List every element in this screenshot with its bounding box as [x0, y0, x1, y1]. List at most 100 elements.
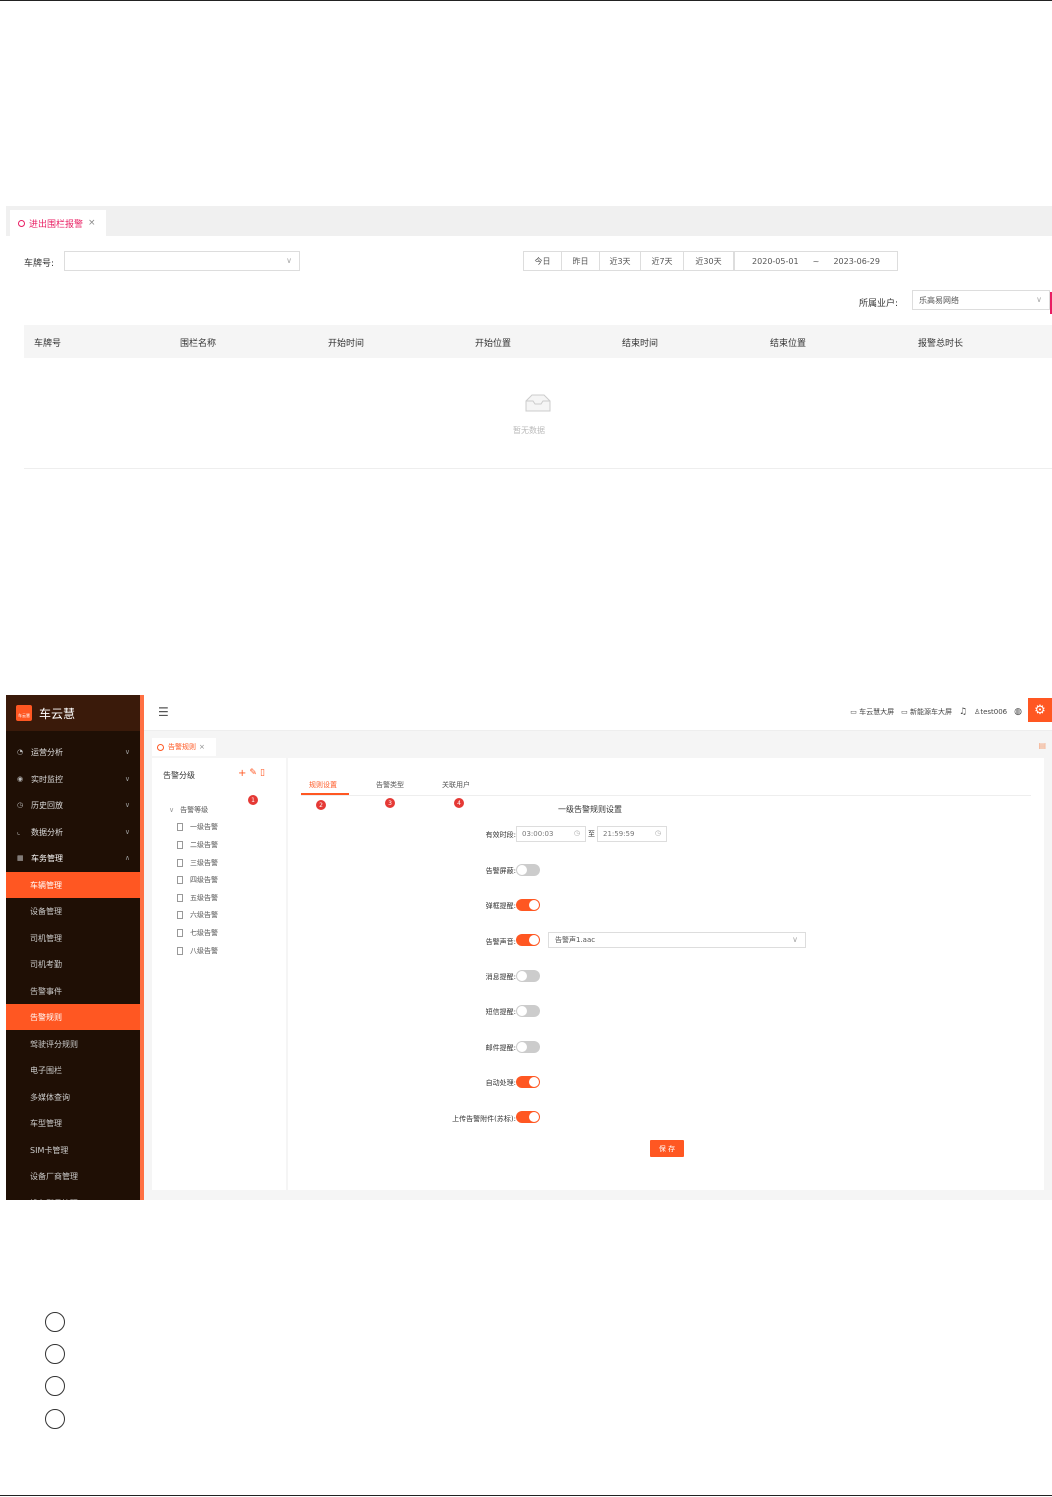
- table-bottom-line: [24, 468, 1052, 469]
- time-start-input[interactable]: 03:00:03 ◷: [516, 826, 586, 842]
- tree-item[interactable]: 二级告警: [177, 840, 218, 850]
- bell-icon[interactable]: ♫: [959, 707, 967, 717]
- rule-settings-panel: 规则设置 告警类型 关联用户 2 3 4 一级告警规则设置 有效时段: 03:0…: [288, 758, 1044, 1190]
- gear-icon[interactable]: ⚙: [1028, 698, 1052, 722]
- chevron-down-icon: ∨: [124, 775, 130, 783]
- tree-item[interactable]: 八级告警: [177, 946, 218, 956]
- tree-item[interactable]: 四级告警: [177, 875, 218, 885]
- tab-alarm-types[interactable]: 告警类型: [376, 780, 404, 790]
- tree-root[interactable]: ∨ 告警等级: [169, 805, 208, 815]
- monitor-icon: ▭: [850, 708, 857, 716]
- empty-text: 暂无数据: [513, 426, 545, 435]
- close-icon[interactable]: ×: [199, 743, 205, 751]
- email-toggle[interactable]: [516, 1041, 540, 1053]
- add-icon[interactable]: +: [238, 768, 246, 779]
- delete-icon[interactable]: ▯: [260, 768, 265, 779]
- callout-badge-3: 3: [385, 798, 395, 808]
- tree-item[interactable]: 三级告警: [177, 858, 218, 868]
- tab-underline: [301, 795, 1031, 796]
- refresh-icon: [157, 743, 164, 751]
- range-today-button[interactable]: 今日: [524, 252, 562, 270]
- plate-select[interactable]: ∨: [64, 251, 300, 271]
- owner-select[interactable]: 乐高易网络 ∨: [912, 290, 1050, 310]
- sound-file-select[interactable]: 告警声1.aac ∨: [548, 932, 806, 948]
- range-7days-button[interactable]: 近7天: [641, 252, 684, 270]
- tree-item[interactable]: 七级告警: [177, 928, 218, 938]
- top-bar: ☰ ▭ 车云慧大屏 ▭ 新能源车大屏 ♫ ♙test006 ◍ ⚙: [144, 695, 1052, 731]
- range-yesterday-button[interactable]: 昨日: [562, 252, 600, 270]
- tab-rule-settings[interactable]: 规则设置: [309, 780, 337, 790]
- file-icon: [177, 894, 183, 902]
- col-start-pos: 开始位置: [475, 339, 512, 349]
- chevron-down-icon: ∨: [124, 828, 130, 836]
- alarm-rules-screenshot: 车云慧 车云慧 ◔ 运营分析 ∨ ◉ 实时监控 ∨ ◷ 历史回放 ∨ ⌞ 数据分析 ∨ ▦ 车务管…: [6, 695, 1052, 1200]
- nav-vendor-mgmt[interactable]: 设备厂商管理: [6, 1163, 140, 1189]
- sms-toggle[interactable]: [516, 1005, 540, 1017]
- tab-linked-users[interactable]: 关联用户: [442, 780, 470, 790]
- screen-link-2[interactable]: ▭ 新能源车大屏: [901, 707, 952, 717]
- date-end: 2023-06-29: [833, 256, 880, 266]
- nav-driver-attendance[interactable]: 司机考勤: [6, 951, 140, 977]
- upload-attachment-toggle[interactable]: [516, 1111, 540, 1123]
- sound-toggle[interactable]: [516, 934, 540, 946]
- col-fence-name: 围栏名称: [180, 339, 217, 349]
- nav-media-query[interactable]: 多媒体查询: [6, 1084, 140, 1110]
- active-tab-indicator: [301, 793, 349, 795]
- nav-vehicle-affairs[interactable]: ▦ 车务管理 ∧: [6, 845, 140, 871]
- nav-device-mgmt[interactable]: 设备管理: [6, 898, 140, 924]
- nav-alarm-events[interactable]: 告警事件: [6, 978, 140, 1004]
- plate-label: 车牌号:: [24, 259, 55, 269]
- col-end-time: 结束时间: [622, 339, 659, 349]
- nav-geofence[interactable]: 电子围栏: [6, 1057, 140, 1083]
- alarm-mask-toggle[interactable]: [516, 864, 540, 876]
- top-rule: [0, 0, 1052, 1]
- close-icon[interactable]: ×: [88, 218, 96, 228]
- nav-vehicle-type[interactable]: 车型管理: [6, 1110, 140, 1136]
- toggle-label-upload: 上传告警附件(苏标):: [452, 1115, 516, 1123]
- lock-icon[interactable]: ▤: [1038, 741, 1046, 750]
- chevron-down-icon: ∨: [124, 748, 130, 756]
- col-end-pos: 结束位置: [770, 339, 807, 349]
- auto-process-toggle[interactable]: [516, 1076, 540, 1088]
- tab-fence-alarm[interactable]: 进出围栏报警 ×: [10, 210, 106, 236]
- nav-alarm-rules[interactable]: 告警规则: [6, 1004, 140, 1030]
- nav-model-mgmt[interactable]: 设备型号管理: [6, 1190, 140, 1201]
- alarm-level-panel: 告警分级 + ✎ ▯ 1 ∨ 告警等级 一级告警 二级告警 三级告警 四级告警 五…: [152, 758, 286, 1190]
- date-range-picker[interactable]: 2020-05-01 ~ 2023-06-29: [734, 251, 898, 271]
- range-3days-button[interactable]: 近3天: [600, 252, 641, 270]
- nav-driver-mgmt[interactable]: 司机管理: [6, 925, 140, 951]
- user-menu[interactable]: ♙test006: [974, 708, 1007, 716]
- tree-item[interactable]: 五级告警: [177, 893, 218, 903]
- nav-data-analysis[interactable]: ⌞ 数据分析 ∨: [6, 819, 140, 845]
- menu-toggle-icon[interactable]: ☰: [158, 705, 169, 719]
- message-toggle[interactable]: [516, 970, 540, 982]
- globe-icon[interactable]: ◍: [1014, 707, 1022, 717]
- callout-badge-1: 1: [248, 795, 258, 805]
- tab-alarm-rules[interactable]: 告警规则 ×: [152, 738, 216, 756]
- app-logo: 车云慧: [16, 705, 32, 721]
- nav-ops-analysis[interactable]: ◔ 运营分析 ∨: [6, 739, 140, 765]
- edit-icon[interactable]: ✎: [249, 768, 257, 779]
- list-circle-1: [45, 1312, 65, 1332]
- table-header: 车牌号 围栏名称 开始时间 开始位置 结束时间 结束位置 报警总时长: [24, 325, 1052, 358]
- chevron-down-icon: ∨: [792, 935, 798, 944]
- top-actions: ▭ 车云慧大屏 ▭ 新能源车大屏 ♫ ♙test006 ◍: [850, 707, 1022, 717]
- tree-item[interactable]: 一级告警: [177, 822, 218, 832]
- range-30days-button[interactable]: 近30天: [684, 252, 733, 270]
- nav-live-monitor[interactable]: ◉ 实时监控 ∨: [6, 766, 140, 792]
- nav-driving-score[interactable]: 驾驶评分规则: [6, 1031, 140, 1057]
- save-button[interactable]: 保 存: [650, 1140, 684, 1157]
- time-end-input[interactable]: 21:59:59 ◷: [597, 826, 667, 842]
- chevron-down-icon: ∨: [286, 256, 292, 265]
- panel-title: 告警分级: [163, 771, 195, 780]
- fence-alarm-screenshot: 进出围栏报警 × 车牌号: ∨ 今日 昨日 近3天 近7天 近30天 2020-…: [6, 206, 1052, 483]
- chevron-down-icon: ∨: [169, 806, 175, 814]
- sidebar-scrollbar[interactable]: [140, 695, 144, 1200]
- popup-toggle[interactable]: [516, 899, 540, 911]
- monitor-icon: ▭: [901, 708, 908, 716]
- nav-vehicle-mgmt[interactable]: 车辆管理: [6, 872, 140, 898]
- nav-sim-mgmt[interactable]: SIM卡管理: [6, 1137, 140, 1163]
- nav-history[interactable]: ◷ 历史回放 ∨: [6, 792, 140, 818]
- tree-item[interactable]: 六级告警: [177, 910, 218, 920]
- screen-link-1[interactable]: ▭ 车云慧大屏: [850, 707, 894, 717]
